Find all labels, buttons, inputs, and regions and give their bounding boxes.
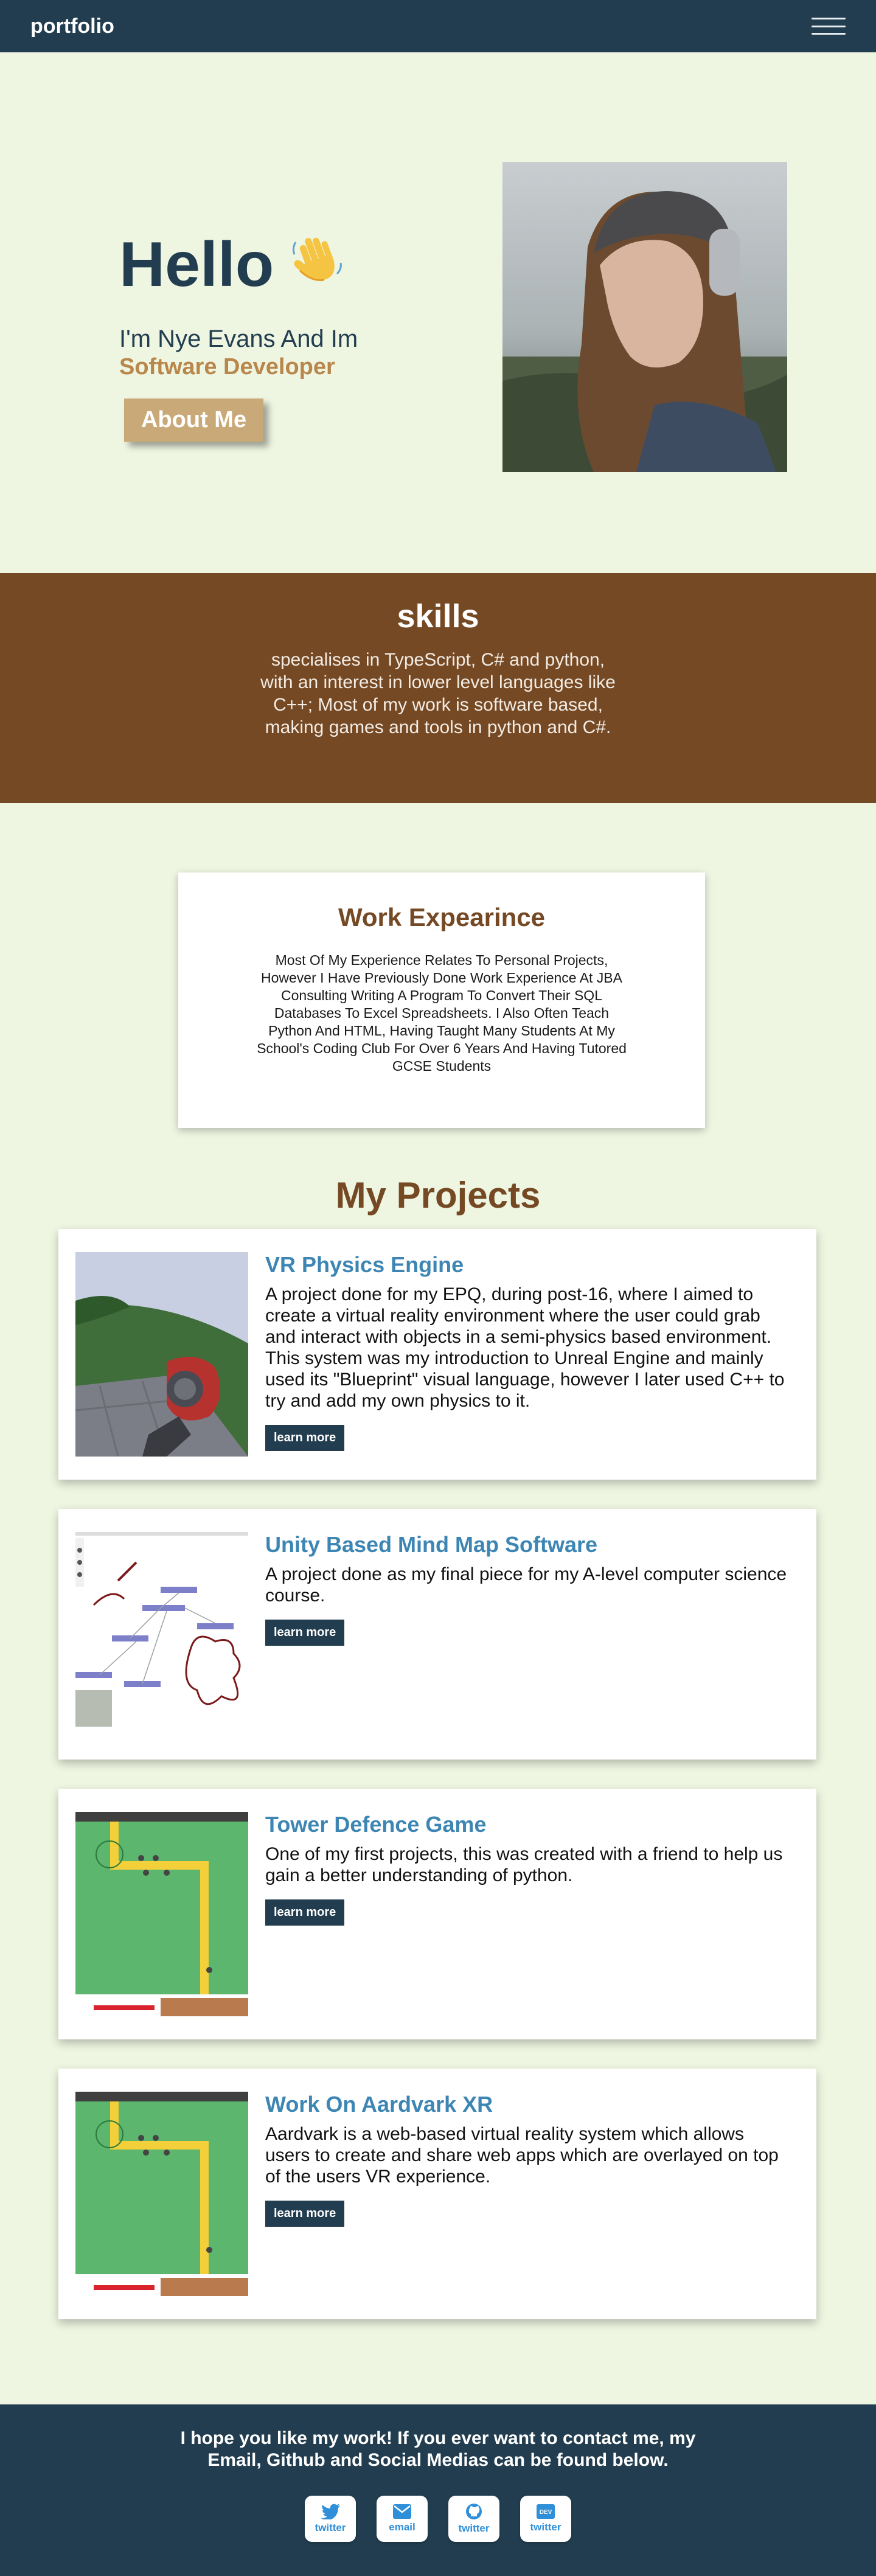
hero-text: Hello I'm Nye Evans And Im Software Deve… [119, 229, 358, 442]
email-link[interactable]: email [377, 2496, 428, 2542]
portrait-photo [502, 162, 787, 472]
project-description: One of my first projects, this was creat… [265, 1844, 783, 1885]
social-label: email [389, 2521, 415, 2533]
project-title[interactable]: VR Physics Engine [265, 1252, 792, 1278]
skills-section: skills specialises in TypeScript, C# and… [0, 573, 876, 803]
aardvark-thumbnail [75, 2092, 248, 2296]
footer-text: I hope you like my work! If you ever wan… [180, 2428, 696, 2470]
github-icon [466, 2504, 482, 2519]
brand-logo[interactable]: portfolio [30, 15, 114, 38]
project-body: VR Physics Engine A project done for my … [265, 1252, 792, 1451]
navbar: portfolio [0, 0, 876, 52]
work-section: Work Expearince Most Of My Experience Re… [0, 803, 876, 1128]
work-text: Most Of My Experience Relates To Persona… [257, 952, 627, 1074]
email-icon [393, 2504, 411, 2519]
project-title[interactable]: Work On Aardvark XR [265, 2092, 792, 2117]
project-body: Work On Aardvark XR Aardvark is a web-ba… [265, 2092, 792, 2227]
project-card: VR Physics Engine A project done for my … [58, 1229, 816, 1480]
dev-icon: DEV [537, 2504, 555, 2519]
social-label: twitter [458, 2522, 490, 2534]
hero-section: Hello I'm Nye Evans And Im Software Deve… [0, 52, 876, 573]
twitter-link[interactable]: twitter [305, 2496, 356, 2542]
waving-hand-icon [287, 229, 348, 300]
project-card: Unity Based Mind Map Software A project … [58, 1509, 816, 1760]
footer: I hope you like my work! If you ever wan… [0, 2404, 876, 2576]
hamburger-icon[interactable] [812, 14, 846, 38]
hamburger-line [812, 25, 846, 27]
social-label: twitter [530, 2521, 561, 2533]
project-title[interactable]: Tower Defence Game [265, 1812, 792, 1837]
hero-role: Software Developer [119, 354, 335, 380]
github-link[interactable]: twitter [448, 2496, 499, 2542]
project-card: Tower Defence Game One of my first proje… [58, 1789, 816, 2039]
hamburger-line [812, 18, 846, 19]
project-body: Unity Based Mind Map Software A project … [265, 1532, 792, 1646]
social-links: twitter email twitter DEV twitter [0, 2496, 876, 2542]
learn-more-button[interactable]: learn more [265, 1620, 345, 1646]
skills-title: skills [397, 598, 479, 635]
twitter-icon [321, 2504, 340, 2519]
learn-more-button[interactable]: learn more [265, 1425, 345, 1451]
learn-more-button[interactable]: learn more [265, 1899, 345, 1926]
vr-physics-thumbnail [75, 1252, 248, 1457]
tower-defence-thumbnail [75, 1812, 248, 2016]
work-title: Work Expearince [338, 903, 546, 931]
mind-map-thumbnail [75, 1532, 248, 1736]
greeting-text: Hello [119, 229, 274, 300]
learn-more-button[interactable]: learn more [265, 2201, 345, 2227]
project-description: A project done as my final piece for my … [265, 1564, 787, 1606]
project-description: A project done for my EPQ, during post-1… [265, 1284, 785, 1411]
project-body: Tower Defence Game One of my first proje… [265, 1812, 792, 1926]
hero-greeting: Hello [119, 229, 358, 300]
work-experience-card: Work Expearince Most Of My Experience Re… [178, 872, 705, 1128]
projects-title: My Projects [335, 1175, 541, 1216]
about-me-button[interactable]: About Me [124, 399, 264, 442]
project-description: Aardvark is a web-based virtual reality … [265, 2124, 779, 2187]
project-title[interactable]: Unity Based Mind Map Software [265, 1532, 792, 1558]
hero-intro: I'm Nye Evans And Im [119, 325, 358, 352]
project-card: Work On Aardvark XR Aardvark is a web-ba… [58, 2069, 816, 2319]
skills-text: specialises in TypeScript, C# and python… [260, 650, 616, 737]
dev-link[interactable]: DEV twitter [520, 2496, 571, 2542]
social-label: twitter [315, 2522, 346, 2533]
svg-text:DEV: DEV [540, 2509, 552, 2516]
hamburger-line [812, 33, 846, 35]
